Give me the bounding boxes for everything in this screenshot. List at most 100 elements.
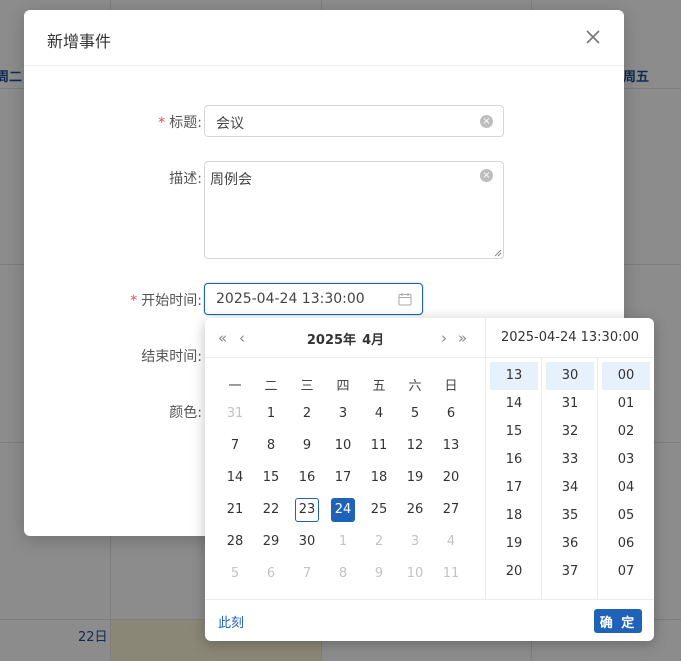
color-label: 颜色: — [169, 405, 202, 421]
calendar-day[interactable]: 2 — [367, 530, 391, 554]
calendar-day[interactable]: 15 — [259, 466, 283, 490]
minute-option[interactable]: 37 — [546, 558, 594, 586]
second-option[interactable]: 00 — [602, 362, 650, 390]
hour-option[interactable]: 17 — [490, 474, 538, 502]
minute-option[interactable]: 30 — [546, 362, 594, 390]
calendar-day[interactable]: 3 — [403, 530, 427, 554]
hour-option[interactable]: 16 — [490, 446, 538, 474]
calendar-day[interactable]: 5 — [403, 402, 427, 426]
calendar-day[interactable]: 12 — [403, 434, 427, 458]
year-label[interactable]: 2025年 — [307, 333, 356, 348]
start-time-input[interactable]: 2025-04-24 13:30:00 — [204, 283, 423, 315]
calendar-icon[interactable] — [398, 292, 412, 306]
second-option[interactable]: 07 — [602, 558, 650, 586]
hour-option[interactable]: 13 — [490, 362, 538, 390]
calendar-day[interactable]: 7 — [295, 562, 319, 586]
calendar-day[interactable]: 9 — [367, 562, 391, 586]
calendar-day[interactable]: 27 — [439, 498, 463, 522]
calendar-day[interactable]: 30 — [295, 530, 319, 554]
weekday-header: 日 — [444, 379, 458, 394]
now-link[interactable]: 此刻 — [218, 612, 244, 631]
second-option[interactable]: 01 — [602, 390, 650, 418]
calendar-day[interactable]: 4 — [367, 402, 391, 426]
calendar-day[interactable]: 8 — [259, 434, 283, 458]
label-text: 标题: — [169, 115, 202, 131]
calendar-day[interactable]: 13 — [439, 434, 463, 458]
calendar-day[interactable]: 21 — [223, 498, 247, 522]
resize-handle-icon[interactable] — [494, 249, 502, 257]
minute-option[interactable]: 35 — [546, 502, 594, 530]
second-option[interactable]: 05 — [602, 502, 650, 530]
datetime-picker: « ‹ 2025年 4月 › » 一二三四五六日 31 1 2 3 4 5 6 7 8 9 10 11 1… — [205, 318, 654, 641]
minute-option[interactable]: 34 — [546, 474, 594, 502]
calendar-day[interactable]: 1 — [259, 402, 283, 426]
calendar-day[interactable]: 8 — [331, 562, 355, 586]
label-text: 开始时间: — [141, 293, 202, 309]
hour-option[interactable]: 20 — [490, 558, 538, 586]
calendar-day[interactable]: 4 — [439, 530, 463, 554]
calendar-day[interactable]: 26 — [403, 498, 427, 522]
next-month-icon[interactable]: › — [441, 329, 447, 347]
second-option[interactable]: 03 — [602, 446, 650, 474]
weekday-header: 六 — [408, 379, 422, 394]
calendar-day[interactable]: 11 — [367, 434, 391, 458]
description-textarea[interactable]: 周例会 × — [204, 161, 504, 259]
calendar-day[interactable]: 10 — [403, 562, 427, 586]
calendar-day[interactable]: 7 — [223, 434, 247, 458]
calendar-day[interactable]: 18 — [367, 466, 391, 490]
minute-option[interactable]: 36 — [546, 530, 594, 558]
calendar-day[interactable]: 25 — [367, 498, 391, 522]
weekday-header: 五 — [372, 379, 386, 394]
second-option[interactable]: 04 — [602, 474, 650, 502]
start-time-label: * 开始时间: — [130, 290, 202, 310]
calendar-day[interactable]: 19 — [403, 466, 427, 490]
dialog-header: 新增事件 — [24, 10, 624, 66]
calendar-day[interactable]: 2 — [295, 402, 319, 426]
title-input[interactable]: 会议 × — [204, 105, 504, 137]
hour-option[interactable]: 18 — [490, 502, 538, 530]
calendar-day[interactable]: 28 — [223, 530, 247, 554]
second-option[interactable]: 02 — [602, 418, 650, 446]
hour-column[interactable]: 13 14 15 16 17 18 19 20 — [486, 358, 542, 599]
calendar-day[interactable]: 5 — [223, 562, 247, 586]
close-icon[interactable] — [582, 26, 604, 48]
calendar-day[interactable]: 16 — [295, 466, 319, 490]
description-label: 描述: — [169, 171, 202, 187]
calendar-day[interactable]: 29 — [259, 530, 283, 554]
calendar-day[interactable]: 23 — [295, 498, 319, 522]
hour-option[interactable]: 14 — [490, 390, 538, 418]
minute-option[interactable]: 33 — [546, 446, 594, 474]
calendar-day[interactable]: 10 — [331, 434, 355, 458]
hour-option[interactable]: 15 — [490, 418, 538, 446]
minute-option[interactable]: 32 — [546, 418, 594, 446]
minute-column[interactable]: 30 31 32 33 34 35 36 37 — [542, 358, 598, 599]
month-label[interactable]: 4月 — [362, 333, 384, 348]
next-year-icon[interactable]: » — [458, 329, 467, 347]
second-option[interactable]: 06 — [602, 530, 650, 558]
date-header: « ‹ 2025年 4月 › » — [205, 318, 486, 358]
calendar-day[interactable]: 6 — [439, 402, 463, 426]
calendar-day[interactable]: 11 — [439, 562, 463, 586]
weekday-header: 三 — [300, 379, 314, 394]
clear-icon[interactable]: × — [480, 169, 493, 182]
calendar-day[interactable]: 17 — [331, 466, 355, 490]
calendar-day[interactable]: 24 — [331, 498, 355, 522]
calendar-day[interactable]: 20 — [439, 466, 463, 490]
calendar-day[interactable]: 9 — [295, 434, 319, 458]
calendar-day[interactable]: 6 — [259, 562, 283, 586]
title-value: 会议 — [216, 116, 244, 132]
second-column[interactable]: 00 01 02 03 04 05 06 07 — [598, 358, 654, 599]
hour-option[interactable]: 19 — [490, 530, 538, 558]
ok-button[interactable]: 确 定 — [594, 609, 642, 633]
calendar-day[interactable]: 1 — [331, 530, 355, 554]
calendar-day[interactable]: 14 — [223, 466, 247, 490]
minute-option[interactable]: 31 — [546, 390, 594, 418]
weekday-header: 二 — [264, 379, 278, 394]
clear-icon[interactable]: × — [480, 115, 493, 128]
calendar-day[interactable]: 3 — [331, 402, 355, 426]
weekday-header: 四 — [336, 379, 350, 394]
calendar-day[interactable]: 31 — [223, 402, 247, 426]
calendar-day[interactable]: 22 — [259, 498, 283, 522]
date-panel: « ‹ 2025年 4月 › » 一二三四五六日 31 1 2 3 4 5 6 7 8 9 10 11 1… — [205, 318, 486, 599]
picker-footer: 此刻 确 定 — [205, 599, 654, 641]
